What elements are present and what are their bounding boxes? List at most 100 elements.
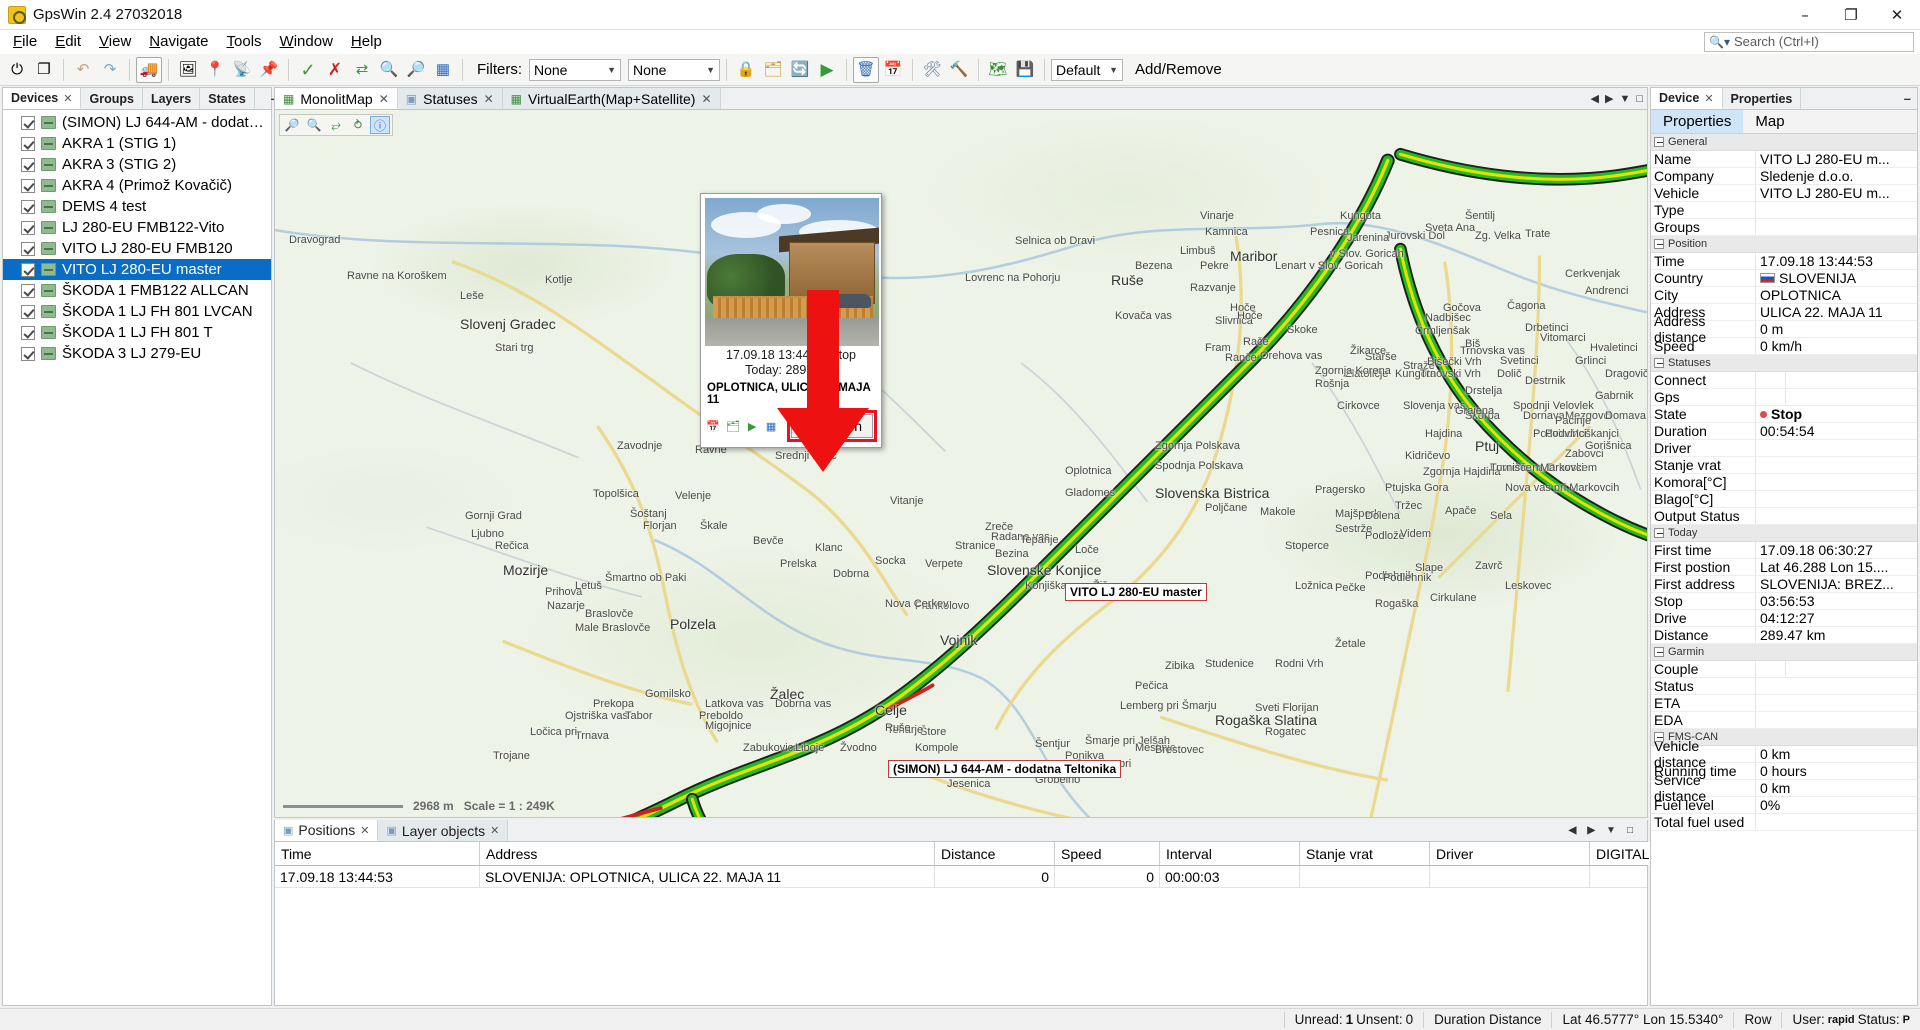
device-checkbox[interactable] <box>21 136 35 151</box>
tools-icon[interactable]: 🛠 <box>919 57 945 83</box>
grid-column-header[interactable]: Driver <box>1430 842 1590 865</box>
property-row[interactable]: City OPLOTNICA <box>1651 287 1917 304</box>
tab-statuses[interactable]: ▣ Statuses ✕ <box>397 88 503 109</box>
tab-monolitmap[interactable]: ▦ MonolitMap ✕ <box>275 88 398 109</box>
menu-navigate[interactable]: Navigate <box>140 31 217 52</box>
device-checkbox[interactable] <box>21 178 35 193</box>
vehicle-callout[interactable]: VITO LJ 280-EU master <box>1065 583 1207 601</box>
play-icon[interactable]: ▶ <box>814 57 840 83</box>
properties-table[interactable]: General Name VITO LJ 280-EU m... Company Sle… <box>1651 134 1917 1005</box>
antenna-icon[interactable]: 📡 <box>229 57 255 83</box>
panel-minimize-button[interactable]: – <box>1904 88 1917 109</box>
maps-icon[interactable]: ▦ <box>764 418 779 435</box>
device-checkbox[interactable] <box>21 115 35 130</box>
device-checkbox[interactable] <box>21 157 35 172</box>
device-list-item[interactable]: ŠKODA 1 LJ FH 801 T <box>3 322 271 343</box>
menu-tools[interactable]: Tools <box>218 31 271 52</box>
property-row[interactable]: Fuel level 0% <box>1651 797 1917 814</box>
tab-menu-icon[interactable]: ▼ <box>1619 93 1630 105</box>
property-row[interactable]: Name VITO LJ 280-EU m... <box>1651 151 1917 168</box>
device-checkbox[interactable] <box>21 325 35 340</box>
property-row[interactable]: Service distance 0 km <box>1651 772 1917 804</box>
collapse-icon[interactable] <box>1654 137 1664 147</box>
collapse-icon[interactable] <box>1654 239 1664 249</box>
subtab-properties[interactable]: Properties <box>1651 110 1744 133</box>
property-row[interactable]: Distance 289.47 km <box>1651 627 1917 644</box>
scroll-right-icon[interactable]: ▶ <box>1605 92 1613 105</box>
menu-file[interactable]: File <box>4 31 46 52</box>
device-checkbox[interactable] <box>21 262 35 277</box>
zoom-out-icon[interactable]: 🔍 <box>304 116 324 134</box>
grid-column-header[interactable]: Address <box>480 842 935 865</box>
refresh-button[interactable]: ▦ Refresh <box>790 414 873 438</box>
property-row[interactable]: EDA <box>1651 712 1917 729</box>
redo-icon[interactable]: ↷ <box>97 57 123 83</box>
undo-icon[interactable]: ↶ <box>70 57 96 83</box>
table-row[interactable]: 17.09.18 13:44:53 SLOVENIJA: OPLOTNICA, U… <box>275 866 1750 888</box>
property-row[interactable]: Duration 00:54:54 <box>1651 423 1917 440</box>
scroll-left-icon[interactable]: ◀ <box>1591 92 1599 105</box>
layers-icon[interactable]: 🗺 <box>985 57 1011 83</box>
tab-device[interactable]: Device ✕ <box>1651 88 1723 109</box>
collapse-icon[interactable] <box>1654 647 1664 657</box>
property-row[interactable]: ETA <box>1651 695 1917 712</box>
property-row[interactable]: Total fuel used <box>1651 814 1917 831</box>
scroll-left-icon[interactable]: ◀ <box>1569 825 1583 836</box>
property-row[interactable]: State Stop <box>1651 406 1917 423</box>
tab-virtualearth[interactable]: ▦ VirtualEarth(Map+Satellite) ✕ <box>502 88 721 109</box>
marker-icon[interactable]: 📍 <box>202 57 228 83</box>
device-info-popup[interactable]: 17.09.18 13:44:53 Stop Today: 289.5 km O… <box>700 193 882 448</box>
vehicle-callout[interactable]: (SIMON) LJ 644-AM - dodatna Teltonika <box>888 760 1122 778</box>
device-list-item[interactable]: ŠKODA 1 FMB122 ALLCAN <box>3 280 271 301</box>
property-row[interactable]: Stanje vrat <box>1651 457 1917 474</box>
property-row[interactable]: First time 17.09.18 06:30:27 <box>1651 542 1917 559</box>
search-input[interactable]: 🔍▾ Search (Ctrl+I) <box>1704 31 1914 52</box>
tab-layers[interactable]: Layers <box>143 88 201 109</box>
hammer-icon[interactable]: 🔨 <box>946 57 972 83</box>
confirm-check-icon[interactable]: ✓ <box>295 57 321 83</box>
property-row[interactable]: Vehicle VITO LJ 280-EU m... <box>1651 185 1917 202</box>
zoom-in-icon[interactable]: 🔎 <box>282 116 302 134</box>
menu-window[interactable]: Window <box>271 31 342 52</box>
device-checkbox[interactable] <box>21 346 35 361</box>
property-row[interactable]: Groups <box>1651 219 1917 236</box>
property-row[interactable]: Address distance 0 m <box>1651 313 1917 345</box>
calendar-icon[interactable]: 📅 <box>880 57 906 83</box>
grid-column-header[interactable]: Time <box>275 842 480 865</box>
property-group-header[interactable]: Statuses <box>1651 355 1917 372</box>
property-row[interactable]: Stop 03:56:53 <box>1651 593 1917 610</box>
info-icon[interactable]: ⓘ <box>370 116 390 134</box>
property-row[interactable]: Country SLOVENIJA <box>1651 270 1917 287</box>
positions-grid-body[interactable]: 17.09.18 13:44:53 SLOVENIJA: OPLOTNICA, U… <box>275 866 1750 888</box>
device-list[interactable]: (SIMON) LJ 644-AM - dodatna T... AKRA 1 (… <box>3 110 271 1005</box>
close-icon[interactable]: ✕ <box>701 92 711 106</box>
device-checkbox[interactable] <box>21 241 35 256</box>
pan-left-icon[interactable]: ⥁ <box>348 116 368 134</box>
play-icon[interactable]: ▶ <box>745 418 760 435</box>
property-row[interactable]: Output Status <box>1651 508 1917 525</box>
device-list-item[interactable]: LJ 280-EU FMB122-Vito <box>3 217 271 238</box>
grid-column-header[interactable]: Speed <box>1055 842 1160 865</box>
property-group-header[interactable]: Garmin <box>1651 644 1917 661</box>
tab-restore-icon[interactable]: □ <box>1636 93 1643 105</box>
zoom-find-icon[interactable]: 🔍 <box>376 57 402 83</box>
menu-help[interactable]: Help <box>342 31 391 52</box>
calendar-icon[interactable]: 📅 <box>705 418 721 435</box>
find-person-icon[interactable]: 🔎 <box>403 57 429 83</box>
property-row[interactable]: Driver <box>1651 440 1917 457</box>
device-list-item[interactable]: ŠKODA 1 LJ FH 801 LVCAN <box>3 301 271 322</box>
report-icon[interactable]: 🗑 <box>853 56 879 83</box>
tab-restore-icon[interactable]: □ <box>1627 825 1639 836</box>
property-group-header[interactable]: General <box>1651 134 1917 151</box>
close-icon[interactable]: ✕ <box>484 92 494 106</box>
close-icon[interactable]: ✕ <box>490 824 499 837</box>
tab-properties[interactable]: Properties <box>1723 88 1802 109</box>
pan-right-icon[interactable]: ⥂ <box>326 116 346 134</box>
refresh-sync-icon[interactable]: 🔄 <box>787 57 813 83</box>
property-row[interactable]: Couple <box>1651 661 1917 678</box>
device-checkbox[interactable] <box>21 283 35 298</box>
exchange-icon[interactable]: ⇄ <box>349 57 375 83</box>
tab-positions[interactable]: ▣ Positions ✕ <box>275 820 379 841</box>
image-icon[interactable]: 🖼 <box>175 57 201 83</box>
property-row[interactable]: Time 17.09.18 13:44:53 <box>1651 253 1917 270</box>
